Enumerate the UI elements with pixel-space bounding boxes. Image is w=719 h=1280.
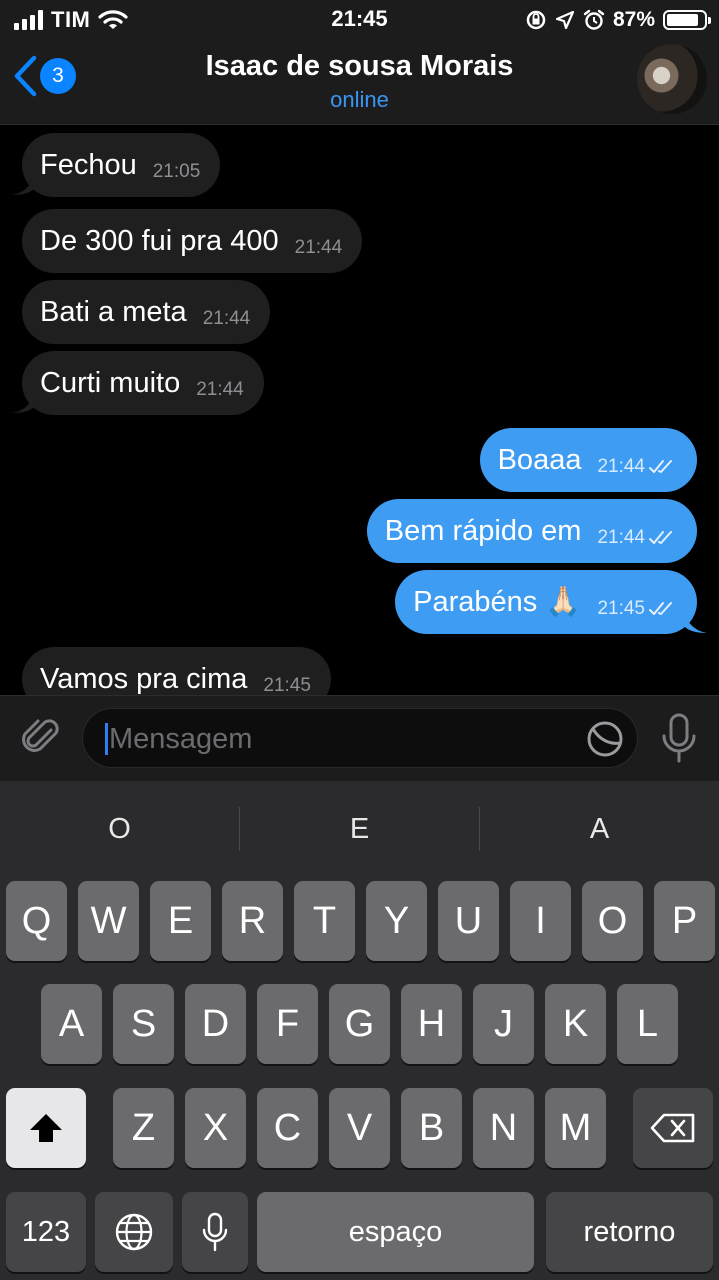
composer-bar: Mensagem	[0, 695, 719, 782]
sticker-icon[interactable]	[585, 719, 625, 759]
key-d[interactable]: D	[185, 984, 246, 1064]
message-time: 21:44	[294, 237, 343, 258]
microphone-icon	[202, 1212, 228, 1252]
return-key[interactable]: retorno	[546, 1192, 713, 1272]
key-q[interactable]: Q	[6, 881, 67, 961]
key-n[interactable]: N	[473, 1088, 534, 1168]
message-incoming[interactable]: Fechou 21:05	[22, 133, 221, 197]
backspace-icon	[650, 1113, 695, 1143]
key-x[interactable]: X	[185, 1088, 246, 1168]
key-u[interactable]: U	[438, 881, 499, 961]
message-text: Boaaa	[497, 443, 582, 476]
message-text: Fechou	[40, 148, 137, 181]
message-time: 21:44	[597, 527, 645, 548]
key-g[interactable]: G	[329, 984, 390, 1064]
space-key[interactable]: espaço	[257, 1192, 534, 1272]
location-icon	[555, 10, 575, 30]
key-h[interactable]: H	[401, 984, 462, 1064]
battery-percent: 87%	[612, 8, 655, 31]
numbers-key[interactable]: 123	[6, 1192, 86, 1272]
key-j[interactable]: J	[473, 984, 534, 1064]
message-time: 21:45	[597, 598, 645, 619]
read-checkmarks-icon	[649, 531, 672, 544]
message-input-placeholder: Mensagem	[109, 723, 253, 755]
globe-icon	[115, 1213, 153, 1251]
paperclip-icon[interactable]	[18, 714, 64, 760]
key-w[interactable]: W	[78, 881, 139, 961]
message-outgoing[interactable]: Parabéns 🙏🏻 21:45	[395, 570, 697, 634]
microphone-icon[interactable]	[659, 712, 699, 764]
key-f[interactable]: F	[257, 984, 318, 1064]
suggestion-bar: O E A	[0, 781, 719, 877]
message-text: De 300 fui pra 400	[40, 224, 279, 257]
message-text: Parabéns 🙏🏻	[413, 586, 582, 618]
suggestion-item[interactable]: E	[240, 781, 479, 877]
message-text: Bem rápido em	[384, 514, 582, 547]
status-icons: 87%	[525, 6, 711, 34]
key-p[interactable]: P	[654, 881, 715, 961]
key-v[interactable]: V	[329, 1088, 390, 1168]
key-o[interactable]: O	[582, 881, 643, 961]
message-text: Vamos pra cima	[40, 662, 248, 695]
key-z[interactable]: Z	[113, 1088, 174, 1168]
orientation-lock-icon	[526, 10, 546, 30]
key-b[interactable]: B	[401, 1088, 462, 1168]
message-time: 21:44	[597, 456, 645, 477]
battery-icon	[663, 10, 711, 30]
message-input[interactable]: Mensagem	[82, 708, 638, 768]
contact-status: online	[330, 87, 389, 112]
message-incoming[interactable]: De 300 fui pra 400 21:44	[22, 209, 363, 273]
read-checkmarks-icon	[649, 460, 672, 473]
message-time: 21:05	[152, 161, 201, 182]
key-l[interactable]: L	[617, 984, 678, 1064]
read-checkmarks-icon	[649, 602, 672, 615]
keyboard: O E A QWERTYUIOP ASDFGHJKL ZXCVBNM 123 e…	[0, 781, 719, 1280]
message-time: 21:45	[263, 675, 311, 695]
dictation-key[interactable]	[182, 1192, 248, 1272]
suggestion-item[interactable]: A	[480, 781, 719, 877]
message-time: 21:44	[202, 308, 251, 329]
globe-key[interactable]	[95, 1192, 173, 1272]
key-i[interactable]: I	[510, 881, 571, 961]
message-incoming[interactable]: Bati a meta 21:44	[22, 280, 271, 344]
message-incoming[interactable]: Vamos pra cima 21:45	[22, 647, 331, 695]
key-s[interactable]: S	[113, 984, 174, 1064]
status-bar: TIM 21:45 87%	[0, 0, 719, 40]
suggestion-item[interactable]: O	[0, 781, 239, 877]
avatar[interactable]	[637, 44, 707, 114]
text-cursor	[105, 723, 108, 755]
key-m[interactable]: M	[545, 1088, 606, 1168]
message-list[interactable]: Fechou 21:05 De 300 fui pra 400 21:44 Ba…	[0, 125, 719, 695]
message-time: 21:44	[196, 379, 244, 400]
key-e[interactable]: E	[150, 881, 211, 961]
key-c[interactable]: C	[257, 1088, 318, 1168]
message-outgoing[interactable]: Bem rápido em 21:44	[366, 499, 697, 563]
backspace-key[interactable]	[633, 1088, 713, 1168]
shift-key[interactable]	[6, 1088, 86, 1168]
key-r[interactable]: R	[222, 881, 283, 961]
message-outgoing[interactable]: Boaaa 21:44	[479, 428, 697, 492]
key-a[interactable]: A	[41, 984, 102, 1064]
key-k[interactable]: K	[545, 984, 606, 1064]
message-text: Bati a meta	[40, 295, 187, 328]
message-text: Curti muito	[40, 366, 181, 399]
chat-header: 3 Isaac de sousa Morais online	[0, 40, 719, 125]
contact-name[interactable]: Isaac de sousa Morais	[0, 50, 719, 83]
key-y[interactable]: Y	[366, 881, 427, 961]
shift-arrow-icon	[30, 1114, 62, 1142]
message-incoming[interactable]: Curti muito 21:44	[22, 351, 264, 415]
key-t[interactable]: T	[294, 881, 355, 961]
alarm-icon	[583, 9, 605, 30]
